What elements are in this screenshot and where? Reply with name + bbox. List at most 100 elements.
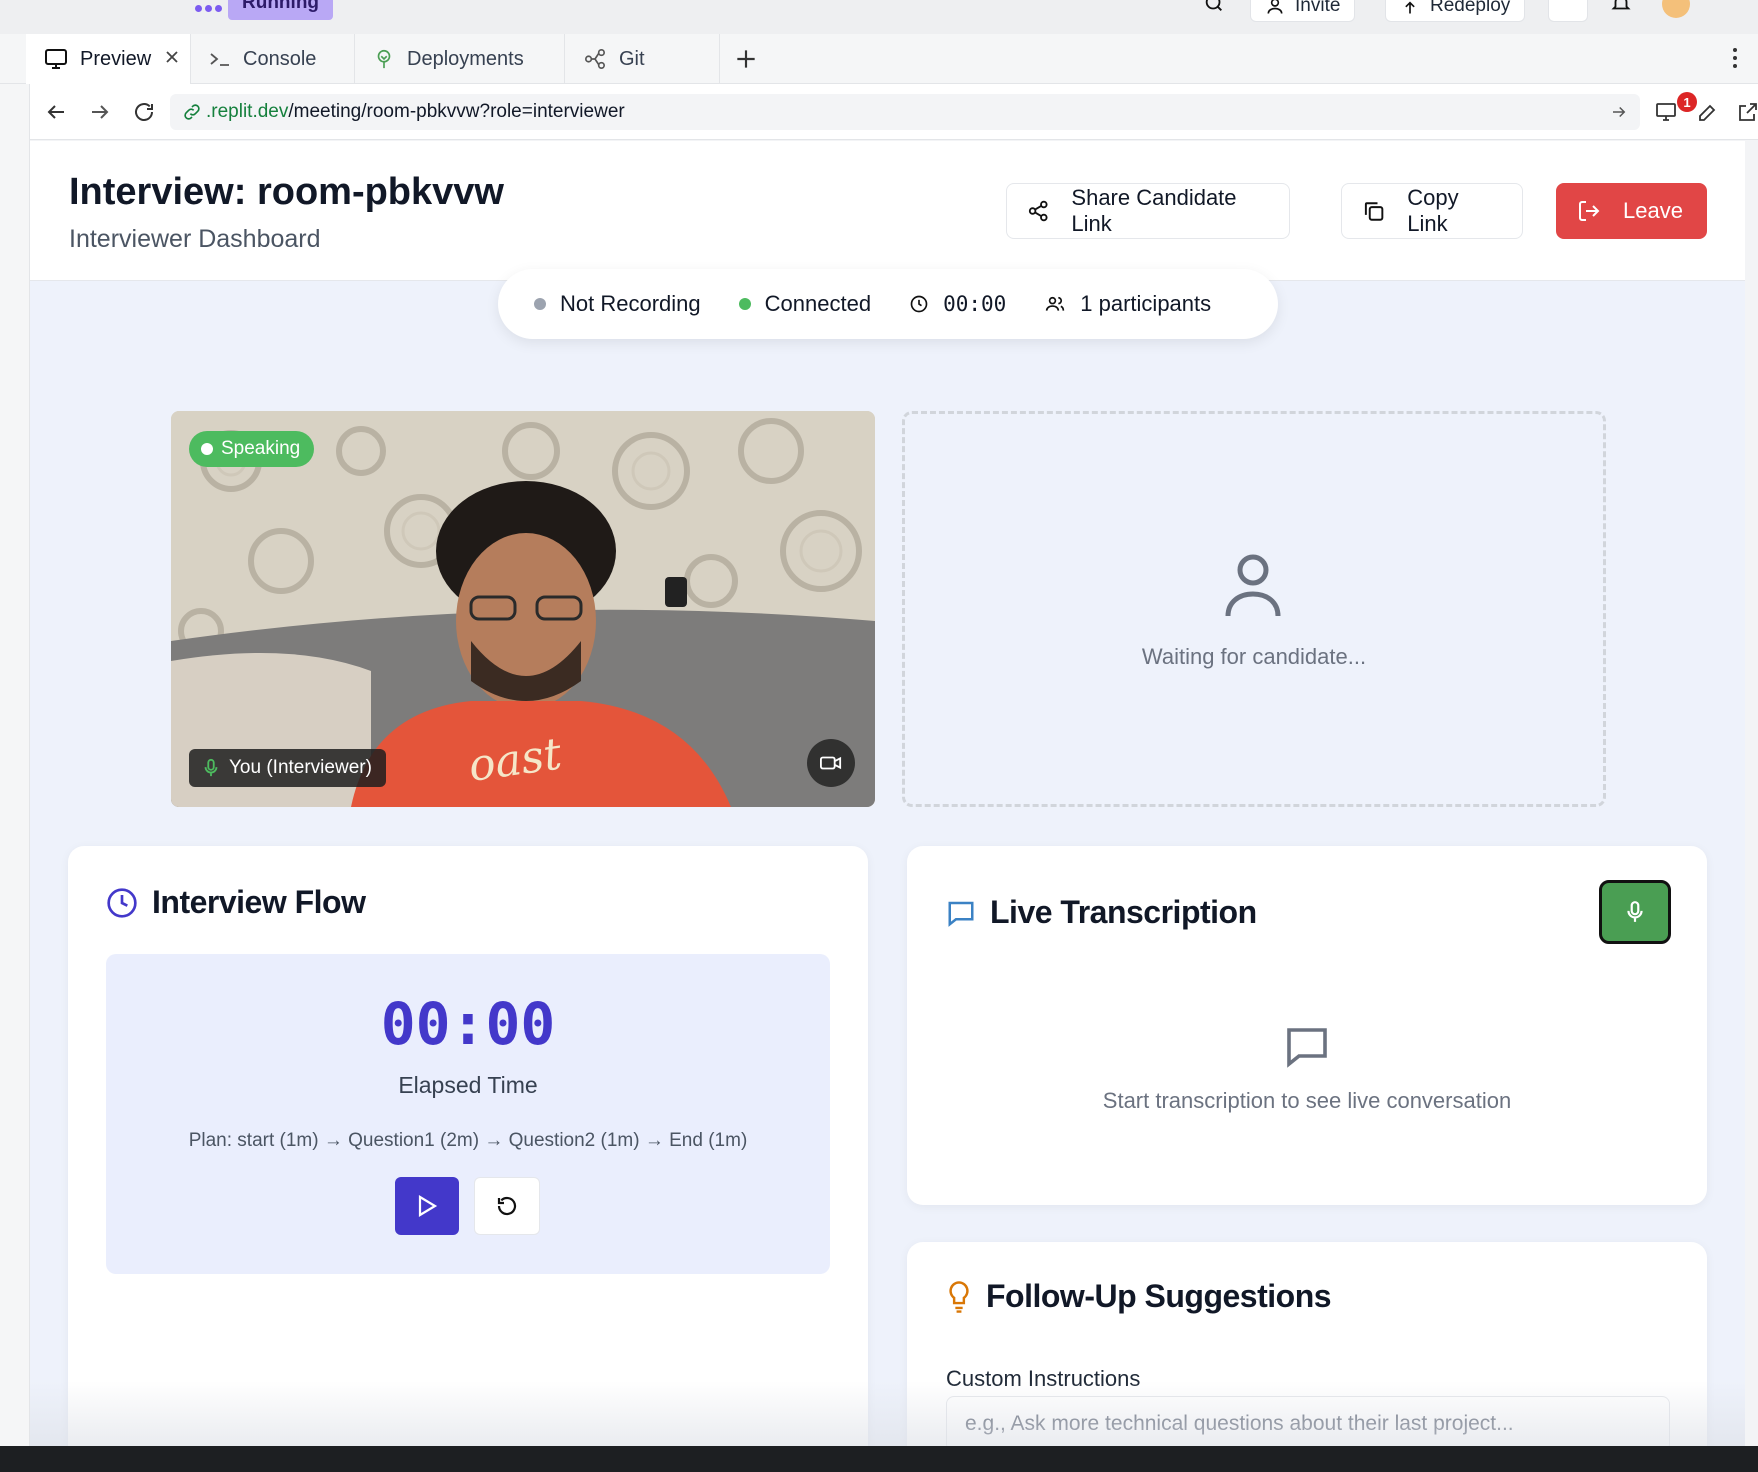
mic-icon: [1627, 901, 1643, 922]
redeploy-label: Redeploy: [1430, 0, 1511, 16]
tab-deployments[interactable]: Deployments: [355, 34, 565, 84]
run-status[interactable]: Running: [188, 0, 338, 22]
custom-instructions-label: Custom Instructions: [946, 1366, 1141, 1391]
follow-up-suggestions-card: Follow-Up Suggestions Custom Instruction…: [907, 1242, 1707, 1446]
url-path: /meeting/room-pbkvvw?role=interviewer: [288, 101, 625, 122]
url-domain: .replit.dev: [206, 101, 289, 122]
monitor-icon: [45, 49, 67, 69]
copy-label: Copy Link: [1407, 185, 1459, 236]
user-icon: [1225, 554, 1281, 617]
status-bar: Not Recording Connected 00:00 1 particip…: [498, 269, 1278, 339]
users-icon: [1046, 296, 1065, 311]
redeploy-button[interactable]: Redeploy: [1385, 0, 1526, 22]
replit-toolbar: Running Invite Redeploy: [0, 0, 1758, 34]
custom-instructions-input[interactable]: [946, 1396, 1670, 1446]
live-transcription-card: Live Transcription Start transcription t…: [907, 846, 1707, 1205]
url-input[interactable]: .replit.dev/meeting/room-pbkvvw?role=int…: [170, 94, 1640, 130]
tab-console[interactable]: Console: [191, 34, 355, 84]
recording-label: Not Recording: [560, 291, 701, 316]
close-icon[interactable]: [164, 49, 180, 65]
invite-button[interactable]: Invite: [1250, 0, 1356, 22]
recording-dot: [534, 298, 546, 310]
share-label: Share Candidate Link: [1071, 185, 1237, 236]
speaking-dot: [201, 443, 213, 455]
leave-label: Leave: [1623, 198, 1683, 223]
os-dock-strip: [0, 1446, 1758, 1472]
app-root: Interview: room-pbkvvw Interviewer Dashb…: [30, 141, 1745, 1446]
forward-icon[interactable]: [88, 100, 112, 124]
speaking-badge: Speaking: [189, 431, 315, 467]
deploy-icon: [377, 49, 391, 69]
back-icon[interactable]: [44, 100, 68, 124]
notification-icon[interactable]: [1610, 0, 1632, 14]
share-icon: [1028, 200, 1048, 222]
tab-label: Console: [243, 47, 317, 70]
terminal-icon: [210, 53, 229, 66]
toolbar-extra-button[interactable]: [1548, 0, 1588, 22]
connection-label: Connected: [764, 291, 872, 316]
candidate-video-placeholder: Waiting for candidate...: [902, 411, 1606, 807]
play-icon: [418, 1195, 438, 1217]
page-subtitle: Interviewer Dashboard: [69, 225, 321, 253]
reset-timer-button[interactable]: [474, 1177, 540, 1235]
participants-label: 1 participants: [1080, 291, 1212, 316]
message-icon: [1287, 1028, 1327, 1068]
video-feed: oast: [171, 411, 875, 807]
invite-label: Invite: [1295, 0, 1341, 16]
participant-name: You (Interviewer): [229, 757, 372, 778]
copy-icon: [1364, 202, 1384, 221]
notification-badge: 1: [1677, 92, 1697, 112]
live-transcription-title: Live Transcription: [946, 894, 1257, 931]
tab-label: Deployments: [407, 47, 524, 70]
devtools-icon[interactable]: [1696, 100, 1720, 124]
reset-icon: [497, 1196, 517, 1216]
left-sidebar-strip: [0, 84, 30, 1456]
deploy-icon: [1405, 1, 1415, 14]
copy-link-button[interactable]: Copy Link: [1341, 183, 1523, 239]
lightbulb-icon: [949, 1280, 969, 1313]
camera-toggle-button[interactable]: [807, 739, 855, 787]
local-video-tile: oast Speaking You (Interviewer): [171, 411, 875, 807]
follow-up-title: Follow-Up Suggestions: [946, 1278, 1332, 1315]
connection-dot: [738, 298, 751, 310]
more-icon[interactable]: [1732, 46, 1738, 70]
interview-plan: Plan: start (1m) → Question1 (2m) → Ques…: [188, 1130, 748, 1151]
run-logo-icon: [188, 0, 228, 14]
leave-button[interactable]: Leave: [1556, 183, 1707, 239]
user-icon: [1267, 0, 1283, 14]
live-transcription-label: Live Transcription: [990, 894, 1257, 930]
connection-status: Connected: [738, 291, 872, 317]
timer-status: 00:00: [909, 292, 1006, 316]
device-icon[interactable]: [1654, 100, 1678, 124]
run-label: Running: [228, 0, 334, 20]
elapsed-time-label: Elapsed Time: [398, 1072, 538, 1098]
follow-up-label: Follow-Up Suggestions: [986, 1278, 1332, 1314]
mic-icon: [204, 758, 218, 777]
participant-name-tag: You (Interviewer): [189, 749, 386, 787]
tab-label: Git: [619, 47, 645, 70]
timer-panel: 00:00 Elapsed Time Plan: start (1m) → Qu…: [106, 954, 830, 1274]
link-icon: [184, 104, 200, 120]
add-tab-icon[interactable]: [733, 46, 759, 72]
page-title: Interview: room-pbkvvw: [69, 171, 504, 213]
waiting-text: Waiting for candidate...: [1141, 644, 1367, 669]
external-link-icon[interactable]: [1736, 100, 1758, 124]
start-timer-button[interactable]: [395, 1177, 459, 1235]
share-candidate-link-button[interactable]: Share Candidate Link: [1006, 183, 1290, 239]
interview-flow-title: Interview Flow: [106, 884, 366, 921]
go-icon[interactable]: [1610, 103, 1628, 121]
tab-preview[interactable]: Preview: [26, 34, 191, 84]
page-header: Interview: room-pbkvvw Interviewer Dashb…: [30, 141, 1745, 281]
transcription-empty-text: Start transcription to see live conversa…: [1102, 1088, 1512, 1113]
elapsed-time-value: 00:00: [380, 990, 556, 1058]
tab-git[interactable]: Git: [565, 34, 720, 84]
start-transcription-button[interactable]: [1599, 880, 1671, 944]
interview-flow-card: Interview Flow 00:00 Elapsed Time Plan: …: [68, 846, 868, 1446]
git-icon: [585, 49, 605, 69]
speaking-label: Speaking: [221, 438, 301, 459]
reload-icon[interactable]: [132, 100, 156, 124]
avatar[interactable]: [1662, 0, 1690, 18]
search-icon[interactable]: [1203, 0, 1225, 14]
address-bar: .replit.dev/meeting/room-pbkvvw?role=int…: [30, 84, 1758, 140]
video-camera-icon: [820, 756, 842, 770]
